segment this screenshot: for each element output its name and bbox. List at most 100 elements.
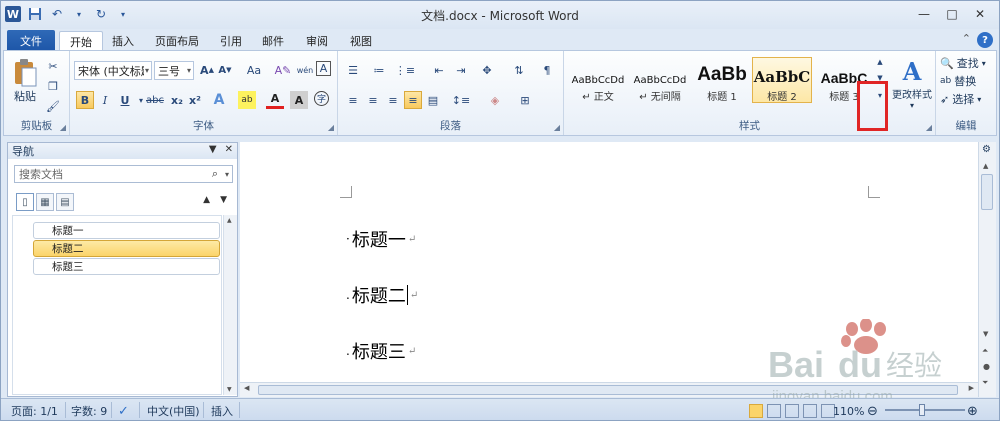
- search-dropdown-icon[interactable]: ▾: [225, 170, 229, 179]
- tab-file[interactable]: 文件: [7, 30, 55, 51]
- proofing-icon[interactable]: ✓: [118, 403, 129, 419]
- heading-item-2[interactable]: 标题二: [33, 240, 220, 257]
- tab-review[interactable]: 审阅: [299, 31, 335, 51]
- borders-icon[interactable]: ⊞: [516, 91, 534, 109]
- next-heading-icon[interactable]: ▼: [220, 195, 227, 205]
- increase-indent-icon[interactable]: ⇥: [452, 61, 470, 79]
- maximize-icon[interactable]: □: [939, 5, 965, 23]
- tab-mailings[interactable]: 邮件: [255, 31, 291, 51]
- browse-results-tab[interactable]: ▤: [56, 193, 74, 211]
- doc-heading-1[interactable]: · 标题一 ↵: [346, 226, 416, 252]
- grow-font-icon[interactable]: A ▲: [198, 61, 216, 79]
- multilevel-list-icon[interactable]: ⋮≡: [395, 61, 415, 79]
- sort-icon[interactable]: ⇅: [510, 61, 528, 79]
- nav-scroll-up-icon[interactable]: ▲: [227, 217, 232, 224]
- superscript-button[interactable]: x²: [186, 91, 204, 109]
- web-layout-icon[interactable]: [785, 404, 799, 418]
- numbering-icon[interactable]: ≔: [370, 61, 388, 79]
- tab-insert[interactable]: 插入: [105, 31, 141, 51]
- heading-item-3[interactable]: 标题三: [33, 258, 220, 275]
- full-screen-reading-icon[interactable]: [767, 404, 781, 418]
- style-normal[interactable]: AaBbCcDd ↵ 正文: [568, 57, 628, 103]
- bullets-icon[interactable]: ☰: [344, 61, 362, 79]
- tab-page-layout[interactable]: 页面布局: [147, 31, 207, 51]
- browse-headings-tab[interactable]: ▯: [16, 193, 34, 211]
- tab-view[interactable]: 视图: [343, 31, 379, 51]
- scroll-up-icon[interactable]: ▲: [983, 162, 988, 170]
- zoom-level[interactable]: 110%: [833, 403, 864, 419]
- style-no-spacing[interactable]: AaBbCcDd ↵ 无间隔: [630, 57, 690, 103]
- chinese-layout-icon[interactable]: ✥: [478, 61, 496, 79]
- print-layout-icon[interactable]: [749, 404, 763, 418]
- justify-icon[interactable]: ≡: [404, 91, 422, 109]
- change-styles-button[interactable]: A 更改样式 ▾: [890, 55, 934, 111]
- next-page-icon[interactable]: ⏷: [982, 378, 988, 388]
- tab-references[interactable]: 引用: [213, 31, 249, 51]
- zoom-out-icon[interactable]: ⊖: [867, 403, 878, 419]
- status-language[interactable]: 中文(中国): [147, 403, 200, 419]
- styles-launcher-icon[interactable]: ◢: [926, 123, 932, 132]
- clipboard-launcher-icon[interactable]: ◢: [60, 123, 66, 132]
- enclose-char-icon[interactable]: 字: [314, 91, 329, 106]
- line-spacing-icon[interactable]: ↕≡: [452, 91, 470, 109]
- subscript-button[interactable]: x₂: [168, 91, 186, 109]
- styles-scroll-up-icon[interactable]: ▲: [874, 55, 886, 69]
- close-icon[interactable]: ✕: [967, 5, 993, 23]
- char-border-icon[interactable]: A: [316, 61, 331, 76]
- copy-icon[interactable]: ❐: [44, 77, 62, 95]
- doc-heading-2[interactable]: . 标题二 ↵: [346, 282, 418, 308]
- phonetic-guide-icon[interactable]: wén: [296, 61, 314, 79]
- show-marks-icon[interactable]: ¶: [538, 61, 556, 79]
- browse-object-icon[interactable]: ●: [983, 362, 990, 371]
- align-left-icon[interactable]: ≡: [344, 91, 362, 109]
- select-button[interactable]: ➶ 选择 ▾: [940, 91, 981, 107]
- nav-options-icon[interactable]: ▼: [209, 144, 217, 155]
- font-size-select[interactable]: 三号 ▾: [154, 61, 194, 80]
- style-heading-1[interactable]: AaBb 标题 1: [692, 57, 752, 103]
- ruler-toggle-icon[interactable]: ⚙: [982, 144, 991, 155]
- bold-button[interactable]: B: [76, 91, 94, 109]
- clear-format-icon[interactable]: A✎: [274, 61, 292, 79]
- scroll-down-icon[interactable]: ▼: [983, 330, 988, 338]
- outline-icon[interactable]: [803, 404, 817, 418]
- status-word-count[interactable]: 字数: 9: [71, 403, 107, 419]
- shading-icon[interactable]: ◈: [486, 91, 504, 109]
- nav-scroll-down-icon[interactable]: ▼: [227, 386, 232, 393]
- tab-home[interactable]: 开始: [59, 31, 103, 51]
- find-button[interactable]: 🔍 查找 ▾: [940, 55, 986, 71]
- status-page[interactable]: 页面: 1/1: [11, 403, 58, 419]
- italic-button[interactable]: I: [96, 91, 114, 109]
- change-case-icon[interactable]: Aa: [242, 61, 266, 79]
- paste-button[interactable]: 粘贴: [10, 55, 40, 107]
- nav-close-icon[interactable]: ✕: [225, 144, 233, 155]
- text-effects-icon[interactable]: A: [210, 91, 228, 109]
- nav-scrollbar[interactable]: ▲ ▼: [223, 215, 237, 395]
- zoom-slider-track[interactable]: [885, 409, 965, 411]
- zoom-in-icon[interactable]: ⊕: [967, 403, 978, 419]
- distributed-icon[interactable]: ▤: [424, 91, 442, 109]
- strikethrough-button[interactable]: abc: [144, 91, 166, 109]
- minimize-ribbon-icon[interactable]: ⌃: [962, 32, 971, 48]
- align-right-icon[interactable]: ≡: [384, 91, 402, 109]
- highlight-icon[interactable]: ab: [238, 91, 256, 109]
- font-color-icon[interactable]: A: [266, 91, 284, 109]
- search-icon[interactable]: ⌕: [212, 167, 218, 181]
- help-icon[interactable]: ?: [977, 32, 993, 48]
- align-center-icon[interactable]: ≡: [364, 91, 382, 109]
- format-painter-icon[interactable]: 🖌: [44, 97, 62, 115]
- replace-button[interactable]: ab 替换: [940, 73, 976, 89]
- browse-pages-tab[interactable]: ▦: [36, 193, 54, 211]
- vertical-scroll-thumb[interactable]: [981, 174, 993, 210]
- cut-icon[interactable]: ✂: [44, 57, 62, 75]
- scroll-left-icon[interactable]: ◀: [244, 384, 249, 392]
- paragraph-launcher-icon[interactable]: ◢: [554, 123, 560, 132]
- font-launcher-icon[interactable]: ◢: [328, 123, 334, 132]
- shrink-font-icon[interactable]: A ▼: [216, 61, 234, 79]
- document-vertical-scrollbar[interactable]: ⚙ ▲ ▼ ⏶ ● ⏷: [978, 142, 996, 397]
- zoom-slider-thumb[interactable]: [919, 404, 925, 416]
- minimize-icon[interactable]: —: [911, 5, 937, 23]
- decrease-indent-icon[interactable]: ⇤: [430, 61, 448, 79]
- font-name-select[interactable]: 宋体 (中文标题▾: [74, 61, 152, 80]
- style-heading-2[interactable]: AaBbC 标题 2: [752, 57, 812, 103]
- status-insert-mode[interactable]: 插入: [211, 403, 233, 419]
